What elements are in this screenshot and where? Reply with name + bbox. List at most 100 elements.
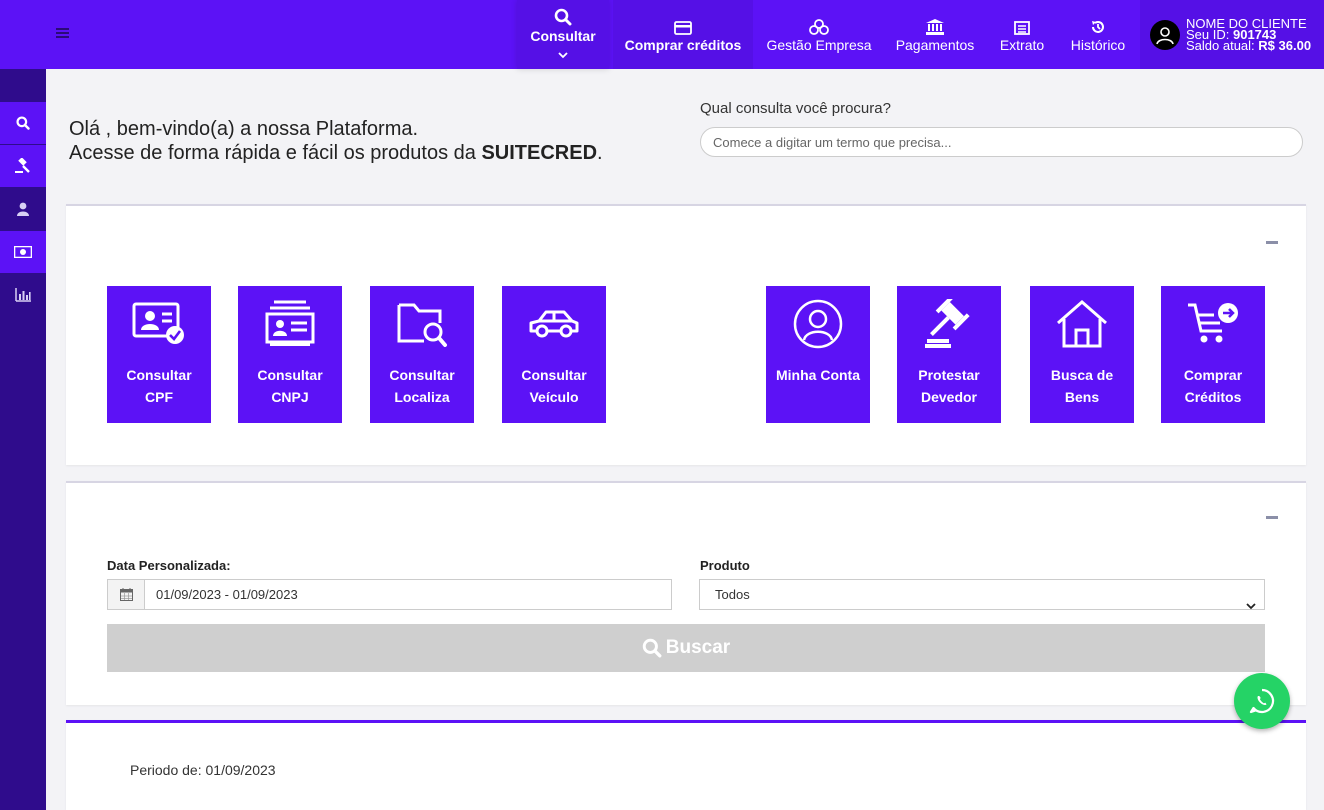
- folder-search-icon: [396, 294, 448, 354]
- tile-label-line-1: Consultar: [257, 367, 323, 383]
- nav-consultar[interactable]: Consultar: [517, 0, 609, 69]
- period-text: Periodo de: 01/09/2023: [130, 762, 276, 778]
- nav-gestao-empresa[interactable]: Gestão Empresa: [757, 0, 881, 69]
- sidebar-item-conta[interactable]: [0, 188, 46, 230]
- product-select[interactable]: Todos: [699, 579, 1265, 610]
- nav-historico[interactable]: Histórico: [1059, 0, 1137, 69]
- calendar-icon: [108, 580, 145, 609]
- coins-icon: [809, 17, 829, 35]
- gavel-icon: [923, 294, 975, 354]
- user-circle-icon: [792, 294, 844, 354]
- tile-label-line-1: Consultar: [126, 367, 192, 383]
- nav-label: Gestão Empresa: [766, 36, 872, 53]
- history-icon: [1090, 17, 1106, 35]
- tile-consultar-cpf[interactable]: Consultar CPF: [107, 286, 211, 423]
- search-input[interactable]: [700, 127, 1303, 157]
- welcome-message: Olá , bem-vindo(a) a nossa Plataforma. A…: [69, 117, 603, 165]
- user-info: NOME DO CLIENTE Seu ID: 901743 Saldo atu…: [1186, 17, 1312, 53]
- search-icon: [16, 116, 30, 130]
- products-card: Consultar CPF Consultar CNPJ Consultar Loca…: [66, 204, 1306, 465]
- user-account-menu[interactable]: NOME DO CLIENTE Seu ID: 901743 Saldo atu…: [1140, 0, 1324, 69]
- nav-label: Consultar: [530, 27, 596, 44]
- search-icon: [642, 638, 662, 658]
- cart-arrow-icon: [1186, 294, 1240, 354]
- sidebar-item-consultar[interactable]: [0, 102, 46, 144]
- nav-label: Extrato: [999, 36, 1045, 53]
- top-navbar: Consultar Comprar créditos Gestão Empres…: [0, 0, 1324, 69]
- whatsapp-icon: [1249, 688, 1275, 714]
- sidebar-item-protestar[interactable]: [0, 145, 46, 187]
- search-label: Qual consulta você procura?: [700, 100, 891, 117]
- tile-label-line-1: Comprar: [1183, 367, 1243, 383]
- tile-label-line-1: Protestar: [918, 367, 980, 383]
- search-icon: [554, 8, 572, 26]
- date-range-value: 01/09/2023 - 01/09/2023: [156, 587, 298, 602]
- nav-label: Histórico: [1070, 36, 1126, 53]
- chevron-down-icon: [1246, 591, 1256, 620]
- tile-consultar-veiculo[interactable]: Consultar Veículo: [502, 286, 606, 423]
- tile-label-line-1: Consultar: [521, 367, 587, 383]
- tile-label: Consultar Veículo: [509, 364, 599, 408]
- welcome-line-2-suffix: .: [597, 142, 603, 164]
- tile-protestar-devedor[interactable]: Protestar Devedor: [897, 286, 1001, 423]
- gavel-icon: [15, 158, 30, 173]
- tile-consultar-cnpj[interactable]: Consultar CNPJ: [238, 286, 342, 423]
- buscar-button-label: Buscar: [665, 637, 731, 658]
- company-id-icon: [264, 294, 316, 354]
- collapse-filter-button[interactable]: [1266, 516, 1278, 519]
- bank-icon: [926, 17, 944, 35]
- balance-label: Saldo atual:: [1186, 38, 1255, 53]
- sidebar-item-relatorios[interactable]: [0, 274, 46, 316]
- nav-pagamentos[interactable]: Pagamentos: [885, 0, 985, 69]
- welcome-line-2-text: Acesse de forma rápida e fácil os produt…: [69, 142, 476, 164]
- tile-label-line-1: Busca de: [1050, 367, 1114, 383]
- nav-comprar-creditos[interactable]: Comprar créditos: [613, 0, 753, 69]
- tile-label: Busca de Bens: [1037, 364, 1127, 408]
- tile-label-line-1: Minha Conta: [776, 367, 860, 383]
- id-card-check-icon: [132, 294, 186, 354]
- tile-label-line-2: Bens: [1064, 389, 1100, 405]
- receipt-icon: [1014, 17, 1030, 35]
- tile-comprar-creditos[interactable]: Comprar Créditos: [1161, 286, 1265, 423]
- house-icon: [1056, 294, 1108, 354]
- tile-label: Consultar Localiza: [377, 364, 467, 408]
- nav-label: Comprar créditos: [624, 36, 742, 53]
- product-label: Produto: [700, 558, 750, 573]
- tile-consultar-localiza[interactable]: Consultar Localiza: [370, 286, 474, 423]
- tile-label-line-2: CPF: [145, 389, 173, 405]
- date-range-field[interactable]: 01/09/2023 - 01/09/2023: [107, 579, 672, 610]
- menu-toggle-icon[interactable]: [56, 26, 76, 42]
- collapse-products-button[interactable]: [1266, 241, 1278, 244]
- tile-label-line-2: CNPJ: [271, 389, 309, 405]
- user-icon: [17, 202, 29, 216]
- welcome-line-2: Acesse de forma rápida e fácil os produt…: [69, 141, 603, 165]
- welcome-line-1: Olá , bem-vindo(a) a nossa Plataforma.: [69, 118, 419, 140]
- nav-extrato[interactable]: Extrato: [989, 0, 1055, 69]
- tile-label-line-2: Créditos: [1184, 389, 1242, 405]
- money-icon: [14, 246, 32, 258]
- car-icon: [527, 294, 581, 354]
- whatsapp-button[interactable]: [1234, 673, 1290, 729]
- tile-label-line-2: Localiza: [394, 389, 450, 405]
- tile-busca-de-bens[interactable]: Busca de Bens: [1030, 286, 1134, 423]
- tile-label: Minha Conta: [773, 364, 863, 386]
- credit-card-icon: [674, 17, 692, 35]
- tile-label-line-2: Veículo: [529, 389, 579, 405]
- user-avatar-icon: [1156, 26, 1174, 44]
- brand-name: SUITECRED: [481, 142, 598, 164]
- tile-label-line-1: Consultar: [389, 367, 455, 383]
- tile-label: Comprar Créditos: [1168, 364, 1258, 408]
- bar-chart-icon: [15, 288, 31, 302]
- balance-value: R$ 36.00: [1258, 38, 1312, 53]
- filter-card: Data Personalizada: 01/09/2023 - 01/09/2…: [66, 481, 1306, 705]
- sidebar-item-financeiro[interactable]: [0, 231, 46, 273]
- tile-label: Consultar CPF: [114, 364, 204, 408]
- tile-label: Consultar CNPJ: [245, 364, 335, 408]
- product-select-value: Todos: [715, 587, 750, 602]
- buscar-button[interactable]: Buscar: [107, 624, 1265, 672]
- tile-minha-conta[interactable]: Minha Conta: [766, 286, 870, 423]
- sidebar: [0, 69, 46, 810]
- tile-label-line-2: Devedor: [920, 389, 978, 405]
- tile-label: Protestar Devedor: [904, 364, 994, 408]
- date-label: Data Personalizada:: [107, 558, 231, 573]
